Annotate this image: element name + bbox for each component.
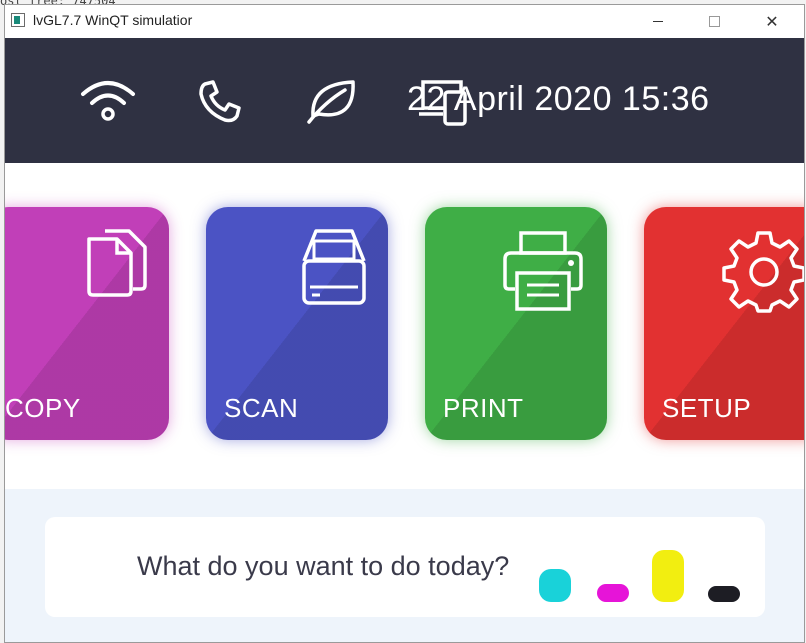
prompt-text: What do you want to do today? xyxy=(137,551,510,581)
wifi-icon xyxy=(81,81,135,121)
ink-level-black xyxy=(708,586,740,602)
close-icon: ✕ xyxy=(765,12,779,31)
scan-tile[interactable]: SCAN xyxy=(206,207,388,440)
setup-tile[interactable]: SETUP xyxy=(644,207,804,440)
close-button[interactable]: ✕ xyxy=(749,5,795,38)
printer-icon xyxy=(503,231,583,311)
app-icon xyxy=(11,13,25,27)
minimize-icon xyxy=(653,21,663,22)
scanner-icon xyxy=(302,229,366,305)
title-bar[interactable]: lvGL7.7 WinQT simulatior ✕ xyxy=(5,5,804,38)
scan-label: SCAN xyxy=(224,393,299,423)
maximize-button[interactable] xyxy=(691,5,737,38)
status-bar: 22 April 2020 15:36 xyxy=(5,38,804,163)
print-tile[interactable]: PRINT xyxy=(425,207,607,440)
ink-level-yellow xyxy=(652,550,684,602)
copy-icon xyxy=(87,229,147,297)
setup-label: SETUP xyxy=(662,393,752,423)
main-menu: COPY SCAN PRINT SETUP xyxy=(5,163,804,489)
date-time: 22 April 2020 15:36 xyxy=(407,80,710,118)
gear-icon xyxy=(722,231,804,313)
minimize-button[interactable] xyxy=(635,5,681,38)
leaf-icon xyxy=(307,80,355,124)
simulator-window: lvGL7.7 WinQT simulatior ✕ 22 April 2020… xyxy=(4,4,805,643)
copy-label: COPY xyxy=(5,393,81,423)
phone-icon xyxy=(199,80,241,123)
ink-level-magenta xyxy=(597,584,629,602)
bottom-panel: What do you want to do today? xyxy=(5,489,804,642)
maximize-icon xyxy=(708,16,720,27)
ink-level-cyan xyxy=(539,569,571,602)
window-title: lvGL7.7 WinQT simulatior xyxy=(33,12,193,28)
print-label: PRINT xyxy=(443,393,524,423)
copy-tile[interactable]: COPY xyxy=(5,207,169,440)
